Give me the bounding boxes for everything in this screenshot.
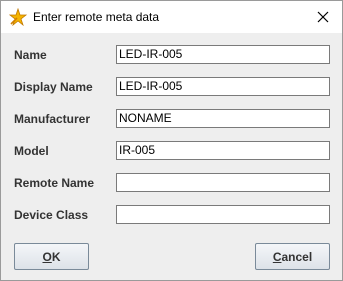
field-row-display-name: Display Name (1, 77, 342, 99)
manufacturer-label: Manufacturer (14, 112, 91, 126)
name-input[interactable] (116, 45, 330, 64)
field-row-device-class: Device Class (1, 205, 342, 227)
device-class-input[interactable] (116, 205, 330, 224)
window-title: Enter remote meta data (33, 10, 160, 24)
form-panel: Name Display Name Manufacturer Model Rem… (1, 33, 342, 280)
ok-button[interactable]: OK (14, 243, 89, 270)
device-class-label: Device Class (14, 208, 89, 222)
display-name-label: Display Name (14, 80, 93, 94)
field-row-name: Name (1, 45, 342, 67)
remote-name-label: Remote Name (14, 176, 95, 190)
manufacturer-input[interactable] (116, 109, 330, 128)
display-name-input[interactable] (116, 77, 330, 96)
field-row-model: Model (1, 141, 342, 163)
close-icon (317, 11, 329, 23)
model-label: Model (14, 144, 49, 158)
title-bar[interactable]: Enter remote meta data (1, 1, 342, 33)
ok-label-rest: K (51, 249, 61, 264)
remote-meta-dialog: Enter remote meta data Name Display Name… (0, 0, 343, 281)
cancel-label-rest: ancel (281, 249, 313, 264)
star-wand-icon (8, 7, 28, 27)
field-row-remote-name: Remote Name (1, 173, 342, 195)
cancel-mnemonic: C (272, 249, 282, 264)
close-button[interactable] (310, 4, 336, 30)
ok-mnemonic: O (42, 249, 52, 264)
model-input[interactable] (116, 141, 330, 160)
field-row-manufacturer: Manufacturer (1, 109, 342, 131)
name-label: Name (14, 48, 47, 62)
cancel-button[interactable]: Cancel (255, 243, 330, 270)
remote-name-input[interactable] (116, 173, 330, 192)
